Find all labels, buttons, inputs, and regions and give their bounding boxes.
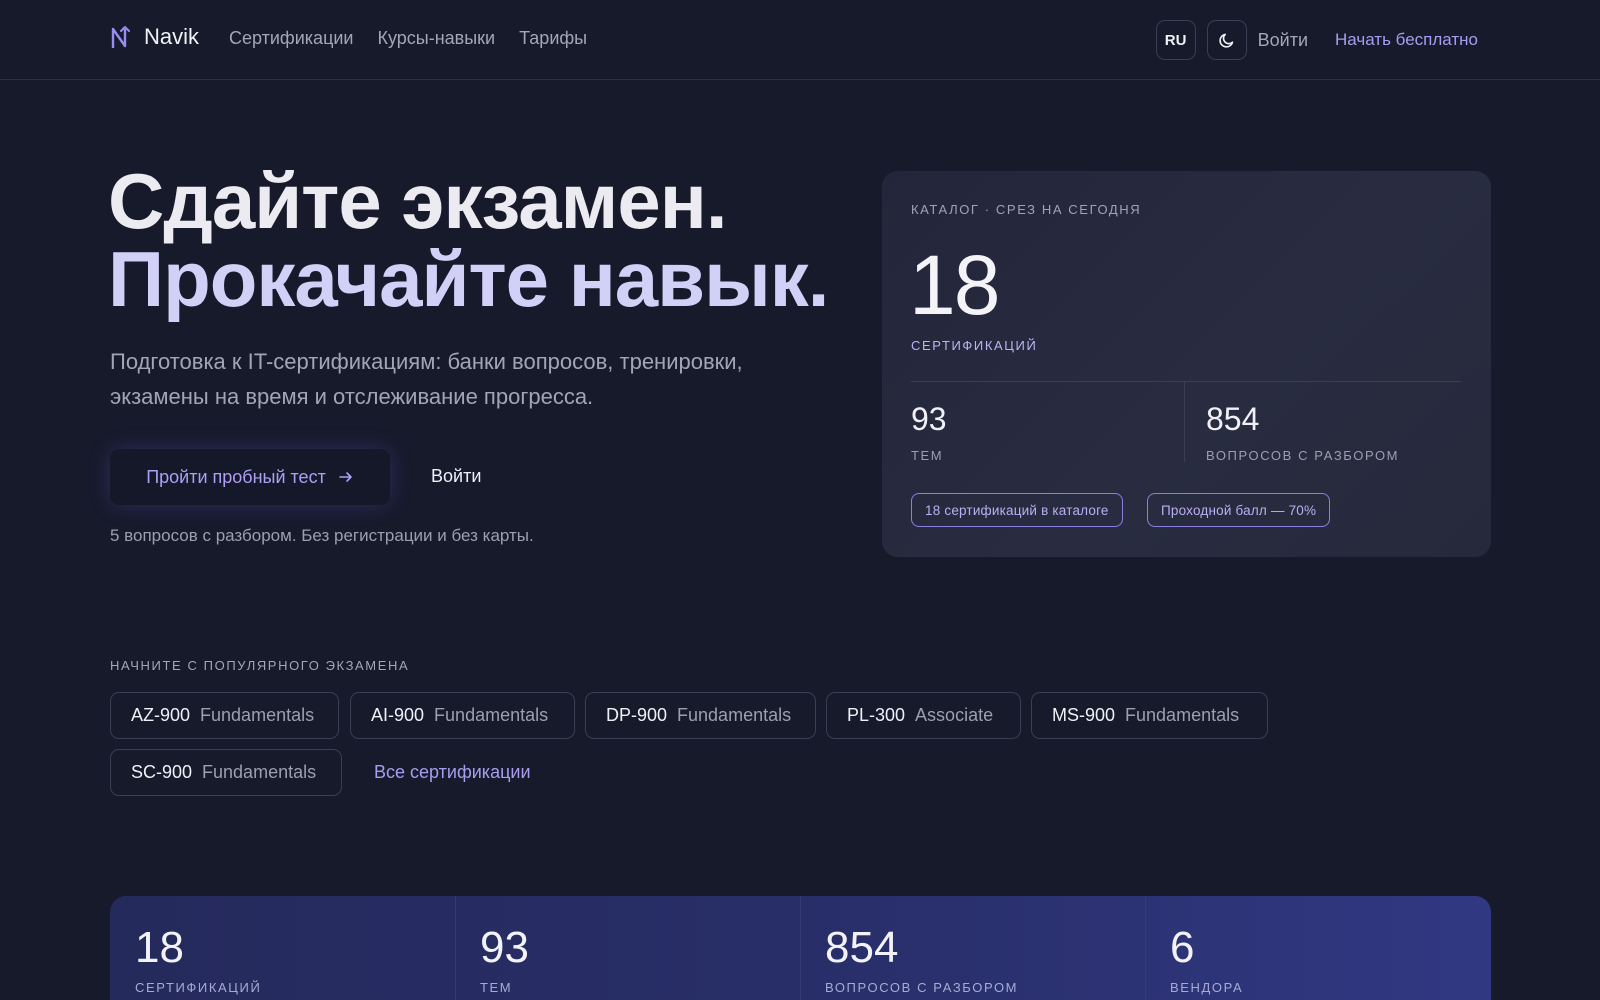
nav-start-free-link[interactable]: Начать бесплатно <box>1335 30 1478 50</box>
exam-chip-sc-900[interactable]: SC-900 Fundamentals <box>110 749 342 796</box>
navik-logo-icon <box>111 26 130 48</box>
stat-certifications: 18 СЕРТИФИКАЦИЙ <box>110 896 455 1000</box>
exam-chip-az-900[interactable]: AZ-900 Fundamentals <box>110 692 339 739</box>
exam-level: Associate <box>915 705 994 725</box>
exam-level: Fundamentals <box>202 762 317 782</box>
hero-title-line1: Сдайте экзамен. <box>108 157 728 245</box>
exam-level: Fundamentals <box>200 705 315 725</box>
stat-value: 854 <box>825 923 899 972</box>
nav-link-certifications[interactable]: Сертификации <box>229 28 354 49</box>
nav-link-pricing[interactable]: Тарифы <box>519 28 587 49</box>
language-button[interactable]: RU <box>1155 20 1196 60</box>
stat-value: 93 <box>480 923 529 972</box>
catalog-topics-label: ТЕМ <box>911 448 944 463</box>
popular-exams-label: НАЧНИТЕ С ПОПУЛЯРНОГО ЭКЗАМЕНА <box>110 658 410 673</box>
logo[interactable]: Navik <box>110 24 199 50</box>
exam-code: AI-900 <box>371 705 425 725</box>
stat-label: ТЕМ <box>480 980 513 995</box>
arrow-right-icon <box>339 472 352 482</box>
all-certifications-link[interactable]: Все сертификации <box>374 762 531 783</box>
nav-actions: RU Войти Начать бесплатно <box>1155 20 1478 60</box>
stat-value: 18 <box>135 923 184 972</box>
stat-topics: 93 ТЕМ <box>455 896 800 1000</box>
exam-code: DP-900 <box>606 705 668 725</box>
logo-text: Navik <box>144 24 200 49</box>
try-test-button[interactable]: Пройти пробный тест <box>110 449 390 505</box>
exam-code: PL-300 <box>847 705 906 725</box>
exam-chip-dp-900[interactable]: DP-900 Fundamentals <box>585 692 816 739</box>
stats-band: 18 СЕРТИФИКАЦИЙ 93 ТЕМ 854 ВОПРОСОВ С РА… <box>110 896 1491 1000</box>
catalog-vertical-divider <box>1184 381 1185 462</box>
catalog-questions-label: ВОПРОСОВ С РАЗБОРОМ <box>1206 448 1400 463</box>
catalog-topics-count: 93 <box>911 401 947 437</box>
hero-title: Сдайте экзамен. Прокачайте навык. <box>108 157 829 323</box>
catalog-eyebrow: КАТАЛОГ · СРЕЗ НА СЕГОДНЯ <box>911 202 1142 217</box>
catalog-questions-count: 854 <box>1206 401 1260 437</box>
try-test-button-label: Пройти пробный тест <box>146 466 326 487</box>
exam-code: SC-900 <box>131 762 193 782</box>
catalog-badge-passing-score: Проходной балл — 70% <box>1147 493 1331 527</box>
catalog-divider <box>911 381 1461 382</box>
stat-label: ВОПРОСОВ С РАЗБОРОМ <box>825 980 1019 995</box>
stat-value: 6 <box>1170 923 1195 972</box>
catalog-topics-stat: 93 ТЕМ <box>911 401 947 463</box>
moon-icon <box>1218 33 1233 48</box>
catalog-certifications-count: 18 <box>909 238 1000 332</box>
hero-note: 5 вопросов с разбором. Без регистрации и… <box>110 526 534 545</box>
hero-subtitle: Подготовка к IT-сертификациям: банки воп… <box>110 349 743 409</box>
exam-chip-ai-900[interactable]: AI-900 Fundamentals <box>350 692 575 739</box>
hero-title-line2: Прокачайте навык. <box>108 235 829 323</box>
nav-link-skill-courses[interactable]: Курсы-навыки <box>378 28 496 49</box>
exam-level: Fundamentals <box>677 705 792 725</box>
theme-toggle-button[interactable] <box>1206 20 1247 60</box>
catalog-card: КАТАЛОГ · СРЕЗ НА СЕГОДНЯ 18 СЕРТИФИКАЦИ… <box>882 171 1491 557</box>
stat-questions: 854 ВОПРОСОВ С РАЗБОРОМ <box>800 896 1145 1000</box>
exam-chip-pl-300[interactable]: PL-300 Associate <box>826 692 1021 739</box>
stat-label: ВЕНДОРА <box>1170 980 1244 995</box>
exam-code: MS-900 <box>1052 705 1116 725</box>
hero-login-button[interactable]: Войти <box>431 466 481 487</box>
stat-label: СЕРТИФИКАЦИЙ <box>135 980 262 995</box>
exam-level: Fundamentals <box>434 705 549 725</box>
exam-code: AZ-900 <box>131 705 191 725</box>
nav-login-link[interactable]: Войти <box>1258 30 1308 51</box>
main-nav: Сертификации Курсы-навыки Тарифы <box>229 28 587 49</box>
catalog-certifications-label: СЕРТИФИКАЦИЙ <box>911 338 1038 353</box>
catalog-badge-certifications: 18 сертификаций в каталоге <box>911 493 1123 527</box>
exam-chip-ms-900[interactable]: MS-900 Fundamentals <box>1031 692 1268 739</box>
top-navbar: Navik Сертификации Курсы-навыки Тарифы R… <box>0 0 1600 80</box>
catalog-questions-stat: 854 ВОПРОСОВ С РАЗБОРОМ <box>1206 401 1399 463</box>
exam-level: Fundamentals <box>1125 705 1240 725</box>
stat-vendors: 6 ВЕНДОРА <box>1145 896 1491 1000</box>
